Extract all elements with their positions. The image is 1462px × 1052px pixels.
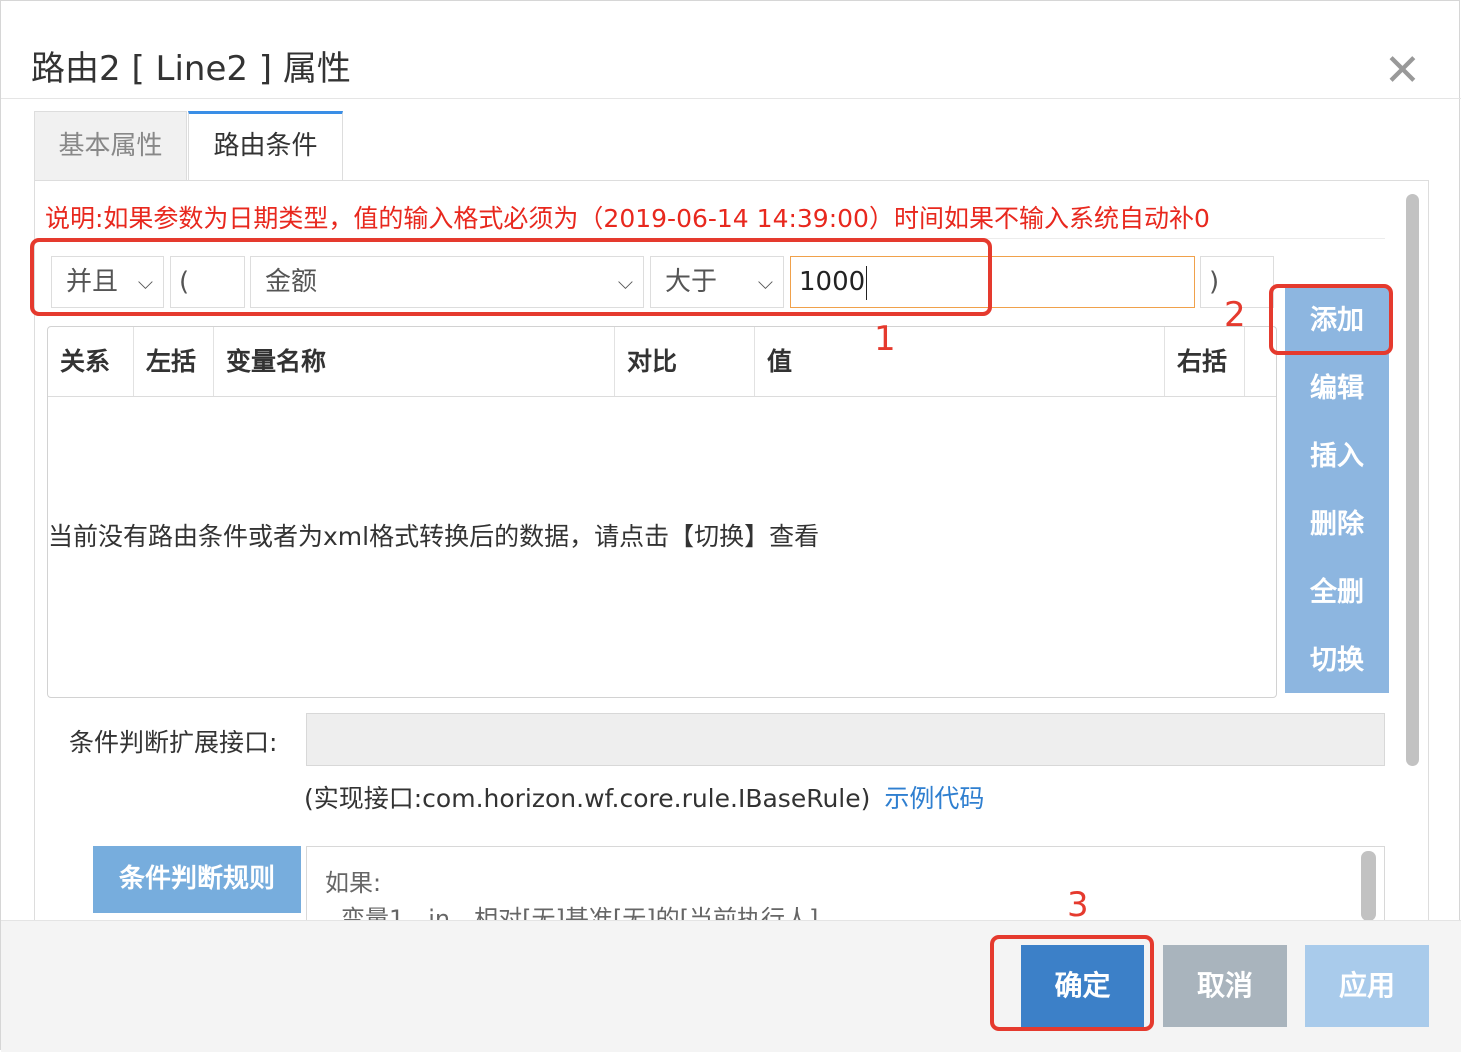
rule-line-1: 如果: (325, 869, 382, 897)
column-header-relation[interactable]: 关系 (48, 327, 134, 397)
dialog-title: 路由2 [ Line2 ] 属性 (31, 49, 351, 89)
rule-scrollbar-thumb[interactable] (1361, 851, 1376, 921)
annotation-number-1: 1 (874, 319, 896, 359)
insert-button[interactable]: 插入 (1285, 423, 1389, 491)
column-header-right-paren[interactable]: 右括 (1165, 327, 1245, 397)
switch-button[interactable]: 切换 (1285, 627, 1389, 695)
cancel-button[interactable]: 取消 (1163, 945, 1287, 1027)
annotation-number-2: 2 (1224, 295, 1246, 335)
close-icon[interactable]: ✕ (1384, 49, 1421, 93)
date-format-note: 说明:如果参数为日期类型，值的输入格式必须为（2019-06-14 14:39:… (45, 204, 1210, 233)
tab-divider (34, 180, 1429, 181)
sample-code-link[interactable]: 示例代码 (884, 784, 984, 813)
rule-line-2: 变量1 in 相对[无]基准[无]的[当前执行人] (341, 905, 819, 921)
interface-hint-text: (实现接口:com.horizon.wf.core.rule.IBaseRule… (304, 784, 871, 813)
annotation-box-condition-row (30, 238, 992, 316)
interface-hint: (实现接口:com.horizon.wf.core.rule.IBaseRule… (304, 779, 984, 815)
column-header-value[interactable]: 值 (755, 327, 1165, 397)
column-header-compare[interactable]: 对比 (615, 327, 755, 397)
tab-basic-properties[interactable]: 基本属性 (34, 111, 187, 181)
edit-button[interactable]: 编辑 (1285, 355, 1389, 423)
panel-scrollbar-thumb[interactable] (1406, 194, 1419, 766)
column-header-variable-name[interactable]: 变量名称 (214, 327, 615, 397)
title-divider (1, 98, 1461, 99)
extension-interface-label: 条件判断扩展接口: (69, 728, 278, 757)
condition-rule-textarea[interactable]: 如果: 变量1 in 相对[无]基准[无]的[当前执行人] (306, 846, 1385, 921)
header-divider (48, 396, 1276, 397)
annotation-number-3: 3 (1067, 885, 1089, 925)
empty-message: 当前没有路由条件或者为xml格式转换后的数据，请点击【切换】查看 (48, 522, 820, 551)
column-header-left-paren[interactable]: 左括 (134, 327, 214, 397)
tab-route-conditions[interactable]: 路由条件 (188, 111, 343, 181)
apply-button[interactable]: 应用 (1305, 945, 1429, 1027)
panel-border-right (1428, 181, 1429, 921)
delete-all-button[interactable]: 全删 (1285, 559, 1389, 627)
annotation-box-ok-button (990, 935, 1154, 1031)
conditions-table: 关系 左括 变量名称 对比 值 右括 当前没有路由条件或者为xml格式转换后的数… (47, 326, 1277, 698)
condition-rule-button[interactable]: 条件判断规则 (93, 846, 301, 913)
extension-interface-input[interactable] (306, 713, 1385, 766)
delete-button[interactable]: 删除 (1285, 491, 1389, 559)
route-properties-dialog: 路由2 [ Line2 ] 属性 ✕ 基本属性 路由条件 说明:如果参数为日期类… (0, 0, 1461, 1052)
annotation-box-add-button (1269, 284, 1393, 355)
